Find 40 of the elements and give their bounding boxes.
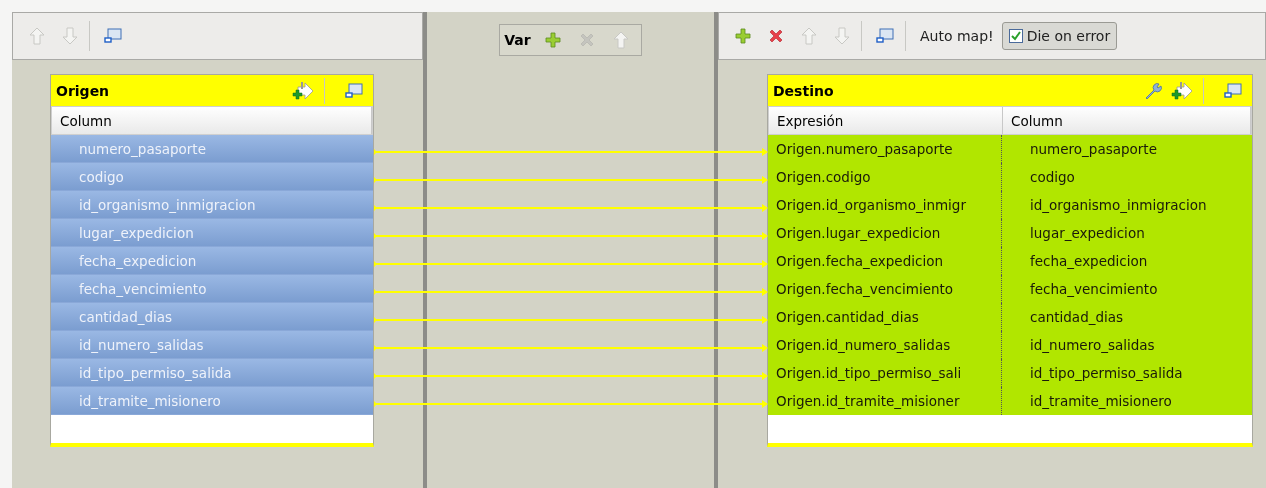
add-arrow-icon[interactable] <box>1171 80 1193 101</box>
column-header[interactable]: Column <box>52 107 372 134</box>
add-arrow-icon[interactable] <box>292 80 314 101</box>
table-row[interactable]: codigo <box>51 163 373 191</box>
add-icon[interactable] <box>544 32 561 48</box>
table-cell-text: fecha_vencimiento <box>1029 280 1158 299</box>
table-cell-text: codigo <box>1029 168 1075 187</box>
table-row[interactable]: cantidad_dias <box>51 303 373 331</box>
table-title: Origen <box>56 82 110 99</box>
table-cell-text: fecha_expedicion <box>1029 252 1148 271</box>
table-cell-text: id_tipo_permiso_salida <box>1029 364 1183 383</box>
window-icon[interactable] <box>876 28 894 44</box>
table-cell-text: id_numero_salidas <box>1029 336 1155 355</box>
table-cell-text: numero_pasaporte <box>1029 140 1157 159</box>
auto-map-button[interactable]: Auto map! <box>920 28 1002 44</box>
table-row[interactable]: numero_pasaporte <box>51 135 373 163</box>
window-icon[interactable] <box>104 28 122 44</box>
table-cell-text: lugar_expedicion <box>1029 224 1145 243</box>
add-icon[interactable] <box>735 28 751 44</box>
table-row[interactable]: fecha_expedicion <box>51 247 373 275</box>
delete-icon[interactable] <box>768 28 784 44</box>
column-header[interactable]: Expresión <box>769 107 1003 134</box>
die-on-error-toggle[interactable]: Die on error <box>1001 22 1118 50</box>
window-icon[interactable] <box>1224 82 1242 99</box>
table-cell-text: id_tramite_misionero <box>1029 392 1172 411</box>
wrench-icon[interactable] <box>1143 80 1163 101</box>
table-cell: Origen.id_tramite_misioner <box>768 387 1002 415</box>
window-icon[interactable] <box>345 82 363 99</box>
table-cell-text: cantidad_dias <box>1029 308 1124 327</box>
variables-title: Var <box>504 32 531 48</box>
table-title: Destino <box>773 82 834 99</box>
table-row[interactable]: fecha_vencimiento <box>51 275 373 303</box>
table-row[interactable]: id_tramite_misionero <box>51 387 373 415</box>
checkbox-icon[interactable] <box>1008 29 1023 43</box>
table-cell-text: id_organismo_inmigracion <box>1029 196 1207 215</box>
table-row[interactable]: id_numero_salidas <box>51 331 373 359</box>
table-row[interactable]: id_organismo_inmigracion <box>51 191 373 219</box>
table-row[interactable]: id_tipo_permiso_salida <box>51 359 373 387</box>
column-header[interactable]: Column <box>1003 107 1251 134</box>
table-row[interactable]: lugar_expedicion <box>51 219 373 247</box>
